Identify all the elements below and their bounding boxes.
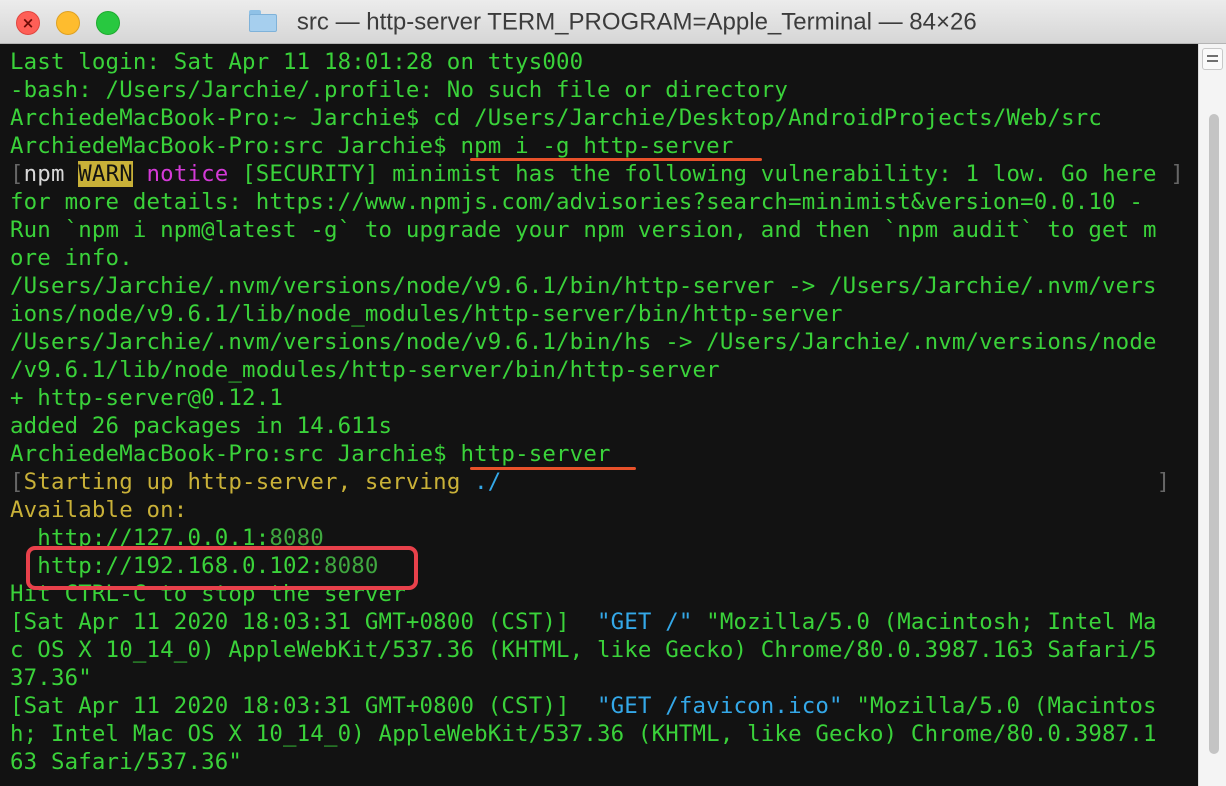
terminal-line: ArchiedeMacBook-Pro:src Jarchie$ npm i -…: [10, 132, 1184, 160]
bracket: ]: [1156, 469, 1171, 495]
security-message: [SECURITY] minimist has the following vu…: [242, 161, 1157, 187]
vertical-scrollbar[interactable]: [1198, 44, 1226, 786]
npm-command-underline: [470, 158, 762, 161]
bracket: [: [10, 161, 24, 187]
network-url-highlight-box: [26, 546, 418, 590]
warn-badge: WARN: [78, 161, 133, 187]
log-timestamp: [Sat Apr 11 2020 18:03:31 GMT+0800 (CST)…: [10, 609, 597, 635]
terminal-content[interactable]: Last login: Sat Apr 11 18:01:28 on ttys0…: [0, 44, 1198, 786]
split-pane-icon-line: [1207, 60, 1218, 62]
command-http-server: http-server: [460, 441, 611, 467]
terminal-line: [Sat Apr 11 2020 18:03:31 GMT+0800 (CST)…: [10, 692, 1184, 720]
request-method-path: "GET /": [596, 609, 693, 635]
terminal-line: 63 Safari/537.36": [10, 749, 243, 775]
shell-prompt: ArchiedeMacBook-Pro:src Jarchie$: [10, 441, 461, 467]
terminal-line: [Sat Apr 11 2020 18:03:31 GMT+0800 (CST)…: [10, 608, 1184, 636]
terminal-line: ore info.: [10, 245, 133, 271]
terminal-line: + http-server@0.12.1: [10, 385, 284, 411]
serving-path: ./: [474, 469, 502, 495]
terminal-line: h; Intel Mac OS X 10_14_0) AppleWebKit/5…: [10, 721, 1157, 747]
window-title: src — http-server TERM_PROGRAM=Apple_Ter…: [296, 8, 977, 36]
startup-message: Starting up http-server, serving: [23, 469, 475, 495]
http-server-command-underline: [470, 467, 636, 470]
terminal-line: Last login: Sat Apr 11 18:01:28 on ttys0…: [10, 49, 584, 75]
request-method-path: "GET /favicon.ico": [596, 693, 843, 719]
terminal-line: /Users/Jarchie/.nvm/versions/node/v9.6.1…: [10, 273, 1157, 299]
terminal-line: c OS X 10_14_0) AppleWebKit/537.36 (KHTM…: [10, 637, 1157, 663]
terminal-window: × src — http-server TERM_PROGRAM=Apple_T…: [0, 0, 1226, 786]
scrollbar-thumb[interactable]: [1209, 114, 1219, 754]
terminal-line: /v9.6.1/lib/node_modules/http-server/bin…: [10, 357, 720, 383]
npm-label: npm: [23, 161, 65, 187]
terminal-line: ions/node/v9.6.1/lib/node_modules/http-s…: [10, 301, 843, 327]
terminal-line: for more details: https://www.npmjs.com/…: [10, 189, 1143, 215]
title-bar[interactable]: × src — http-server TERM_PROGRAM=Apple_T…: [0, 0, 1226, 44]
terminal-line: -bash: /Users/Jarchie/.profile: No such …: [10, 77, 789, 103]
split-pane-button[interactable]: [1202, 48, 1223, 70]
terminal-line: Run `npm i npm@latest -g` to upgrade you…: [10, 217, 1157, 243]
line-padding: [501, 469, 1156, 495]
bracket: ]: [1170, 161, 1184, 187]
shell-prompt: ArchiedeMacBook-Pro:src Jarchie$: [10, 133, 461, 159]
terminal-line: ArchiedeMacBook-Pro:src Jarchie$ http-se…: [10, 440, 1184, 468]
split-pane-icon: [1207, 55, 1218, 57]
terminal-line: Available on:: [10, 497, 188, 523]
bracket: [: [10, 469, 24, 495]
command-npm-install: npm i -g http-server: [460, 133, 734, 159]
terminal-line: [npm WARN notice [SECURITY] minimist has…: [10, 160, 1184, 188]
terminal-line: [Starting up http-server, serving ./ ]: [10, 468, 1184, 496]
notice-label: notice: [146, 161, 229, 187]
folder-icon: [249, 9, 278, 32]
terminal-line: added 26 packages in 14.611s: [10, 413, 393, 439]
window-title-area: src — http-server TERM_PROGRAM=Apple_Ter…: [0, 0, 1226, 44]
terminal-line: ArchiedeMacBook-Pro:~ Jarchie$ cd /Users…: [10, 105, 1103, 131]
log-timestamp: [Sat Apr 11 2020 18:03:31 GMT+0800 (CST)…: [10, 693, 597, 719]
user-agent: "Mozilla/5.0 (Macintos: [842, 693, 1157, 719]
terminal-line: 37.36": [10, 665, 92, 691]
terminal-line: /Users/Jarchie/.nvm/versions/node/v9.6.1…: [10, 329, 1157, 355]
user-agent: "Mozilla/5.0 (Macintosh; Intel Ma: [692, 609, 1157, 635]
